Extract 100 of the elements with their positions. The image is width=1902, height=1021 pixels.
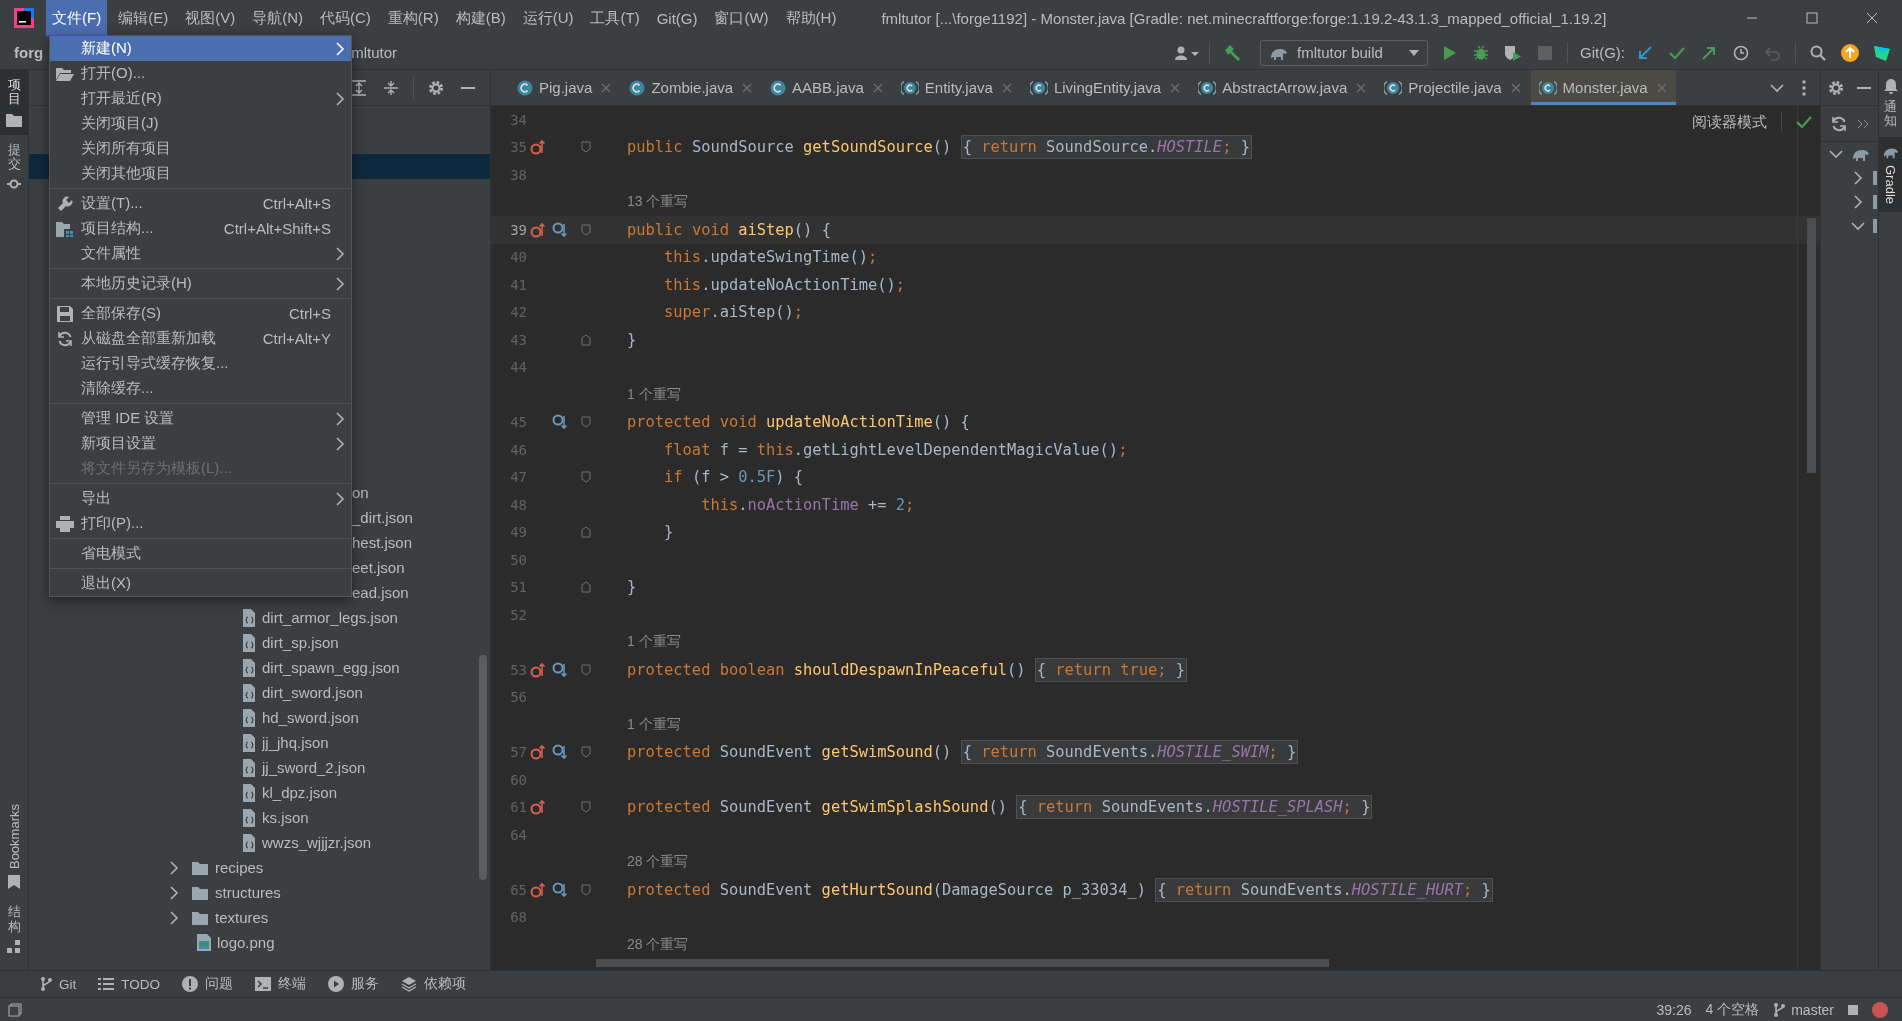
menu-item[interactable]: 本地历史记录(H) <box>50 271 351 296</box>
more-icon[interactable] <box>1802 79 1806 96</box>
chevron-right-icon[interactable] <box>169 860 179 875</box>
settings-icon[interactable] <box>1827 79 1844 96</box>
double-chevron-icon[interactable] <box>1857 118 1869 129</box>
menu-item[interactable]: 关闭项目(J) <box>50 111 351 136</box>
tree-item-label[interactable]: ks.json <box>262 809 309 826</box>
breadcrumb[interactable]: mltutor <box>351 44 397 61</box>
menu-bar-item[interactable]: 工具(T) <box>584 0 646 36</box>
circle-up-arrow-icon[interactable] <box>530 799 546 816</box>
tree-item-label[interactable]: ead.json <box>352 584 409 601</box>
tree-item-label[interactable]: hd_sword.json <box>262 709 359 726</box>
menu-item[interactable]: 导出 <box>50 486 351 511</box>
fold-marker-icon[interactable] <box>581 663 591 676</box>
inlay-hint[interactable]: 1 个重写 <box>601 633 1820 652</box>
chevron-down-icon[interactable] <box>1770 82 1784 93</box>
close-icon[interactable] <box>1866 12 1878 24</box>
tool-window-button[interactable]: 通知 <box>1879 70 1902 137</box>
tree-item-label[interactable]: dirt_armor_legs.json <box>262 609 398 626</box>
tree-item-label[interactable]: dirt_spawn_egg.json <box>262 659 400 676</box>
square-icon[interactable] <box>1848 1004 1858 1015</box>
circle-up-arrow-icon[interactable] <box>530 661 546 678</box>
upgrade-icon[interactable] <box>1841 43 1859 62</box>
minus-icon[interactable] <box>1857 86 1872 89</box>
tree-item-label[interactable]: structures <box>215 884 281 901</box>
tree-item-label[interactable]: wwzs_wjjjzr.json <box>262 834 372 851</box>
menu-item[interactable]: 管理 IDE 设置 <box>50 406 351 431</box>
down-left-arrow-icon[interactable] <box>1637 44 1653 61</box>
scrollbar-thumb[interactable] <box>479 655 487 880</box>
menu-bar-item[interactable]: 编辑(E) <box>112 0 175 36</box>
editor-tab[interactable]: Projectile.java <box>1376 70 1530 105</box>
menu-bar-item[interactable]: 运行(U) <box>516 0 580 36</box>
inlay-hint[interactable]: 1 个重写 <box>601 385 1820 404</box>
expand-all-icon[interactable] <box>351 79 367 96</box>
menu-item[interactable]: 设置(T)... Ctrl+Alt+S <box>50 191 351 216</box>
fold-marker-icon[interactable] <box>581 141 591 154</box>
menu-item[interactable]: 新项目设置 <box>50 431 351 456</box>
editor-tab[interactable]: Entity.java <box>892 70 1021 105</box>
inlay-hint[interactable]: 28 个重写 <box>601 853 1820 872</box>
tool-window-button[interactable]: 依赖项 <box>401 975 467 993</box>
circle-up-arrow-icon[interactable] <box>530 221 546 238</box>
menu-item[interactable]: 关闭其他项目 <box>50 161 351 186</box>
tool-window-button[interactable]: 服务 <box>328 975 380 993</box>
up-right-arrow-icon[interactable] <box>1701 44 1717 61</box>
inlay-hint[interactable]: 28 个重写 <box>601 935 1820 954</box>
editor-tab[interactable]: AABB.java <box>762 70 892 105</box>
chevron-right-icon[interactable] <box>169 885 179 900</box>
tool-window-button[interactable]: 问题 <box>182 975 234 993</box>
maximize-icon[interactable] <box>1806 12 1818 24</box>
toolbox-icon[interactable] <box>1873 43 1891 62</box>
hammer-icon[interactable] <box>1223 43 1241 62</box>
menu-item[interactable]: 新建(N) <box>50 36 351 61</box>
refresh-icon[interactable] <box>1831 115 1847 132</box>
fold-marker-icon[interactable] <box>581 746 591 759</box>
circle-up-arrow-icon[interactable] <box>530 139 546 156</box>
tree-item-label[interactable]: logo.png <box>217 934 275 951</box>
folded-code[interactable]: { return SoundEvents.HOSTILE_SPLASH; } <box>1016 795 1373 820</box>
inlay-hint[interactable]: 1 个重写 <box>601 715 1820 734</box>
folded-code[interactable]: { return SoundEvents.HOSTILE_SWIM; } <box>960 740 1299 765</box>
indent-setting[interactable]: 4 个空格 <box>1705 1000 1760 1019</box>
menu-bar-item[interactable]: 窗口(W) <box>708 0 775 36</box>
chevron-down-icon[interactable] <box>1851 221 1865 231</box>
folded-code[interactable]: { return SoundSource.HOSTILE; } <box>960 135 1252 160</box>
chevron-right-icon[interactable] <box>1853 195 1863 209</box>
menu-bar-item[interactable]: 视图(V) <box>179 0 242 36</box>
scrollbar-thumb[interactable] <box>1807 218 1816 473</box>
caret-position[interactable]: 39:26 <box>1656 1001 1692 1018</box>
circle-down-arrow-icon[interactable] <box>552 661 568 678</box>
menu-item[interactable]: 关闭所有项目 <box>50 136 351 161</box>
menu-item[interactable]: 从磁盘全部重新加载 Ctrl+Alt+Y <box>50 326 351 351</box>
fold-marker-icon[interactable] <box>581 223 591 236</box>
menu-item[interactable]: 打开(O)... <box>50 61 351 86</box>
menu-bar-item[interactable]: 文件(F) <box>46 0 108 36</box>
tree-item-label[interactable]: _dirt.json <box>352 509 413 526</box>
tool-window-button[interactable]: 项目 <box>0 70 28 135</box>
user-menu-icon[interactable] <box>1174 44 1200 61</box>
menu-item[interactable]: 文件属性 <box>50 241 351 266</box>
fold-marker-icon[interactable] <box>581 883 591 896</box>
inlay-hint[interactable]: 13 个重写 <box>601 193 1820 212</box>
clock-icon[interactable] <box>1733 44 1749 61</box>
tree-item-label[interactable]: jj_sword_2.json <box>262 759 366 776</box>
chevron-right-icon[interactable] <box>169 910 179 925</box>
fold-marker-icon[interactable] <box>581 416 591 429</box>
menu-bar-item[interactable]: 构建(B) <box>449 0 512 36</box>
tree-item-label[interactable]: textures <box>215 909 269 926</box>
editor-tab[interactable]: Monster.java <box>1530 70 1676 105</box>
tool-window-toggle-icon[interactable] <box>8 1002 22 1017</box>
tool-window-button[interactable]: 结构 <box>0 897 28 962</box>
tool-window-button[interactable]: Gradle <box>1879 136 1902 212</box>
search-icon[interactable] <box>1810 44 1826 61</box>
menu-item[interactable]: 项目结构... Ctrl+Alt+Shift+S <box>50 216 351 241</box>
tree-item-label[interactable]: dirt_sp.json <box>262 634 339 651</box>
menu-item[interactable]: 运行引导式缓存恢复... <box>50 351 351 376</box>
check-icon[interactable] <box>1669 45 1685 60</box>
tree-item-label[interactable]: on <box>352 484 369 501</box>
tool-window-button[interactable]: TODO <box>98 976 161 992</box>
circle-down-arrow-icon[interactable] <box>552 744 568 761</box>
collapse-all-icon[interactable] <box>383 79 399 96</box>
run-configuration-dropdown[interactable]: fmltutor build <box>1260 39 1428 66</box>
menu-bar-item[interactable]: 重构(R) <box>381 0 445 36</box>
